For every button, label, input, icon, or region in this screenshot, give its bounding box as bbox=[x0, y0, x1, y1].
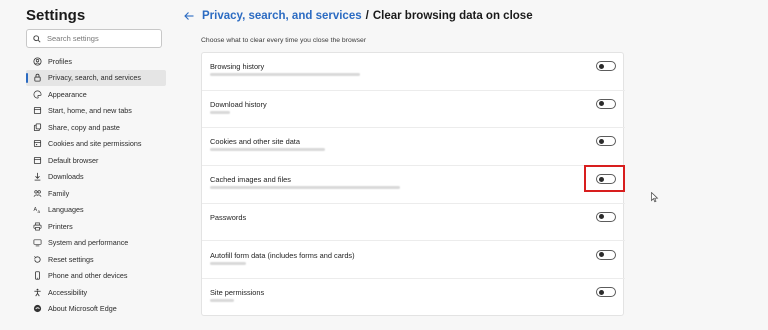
download-icon bbox=[33, 172, 42, 181]
option-label: Cached images and files bbox=[210, 175, 291, 185]
breadcrumb: Privacy, search, and services / Clear br… bbox=[183, 10, 533, 22]
accessibility-icon bbox=[33, 288, 42, 297]
sidebar-item-profiles[interactable]: Profiles bbox=[26, 53, 166, 70]
sidebar-item-default-browser[interactable]: Default browser bbox=[26, 152, 166, 169]
search-icon bbox=[33, 34, 41, 43]
option-description bbox=[210, 148, 325, 152]
option-label: Cookies and other site data bbox=[210, 137, 300, 147]
sidebar-item-printers[interactable]: Printers bbox=[26, 218, 166, 235]
toggle-knob bbox=[599, 101, 604, 107]
phone-icon bbox=[33, 271, 42, 280]
option-row-cookies: Cookies and other site data bbox=[202, 128, 625, 167]
sidebar-item-label: About Microsoft Edge bbox=[48, 304, 117, 314]
printer-icon bbox=[33, 222, 42, 231]
sidebar-item-label: Family bbox=[48, 188, 70, 198]
sidebar-title: Settings bbox=[26, 7, 86, 24]
family-icon bbox=[33, 189, 42, 198]
back-arrow-icon[interactable] bbox=[183, 10, 195, 22]
option-label: Site permissions bbox=[210, 288, 265, 298]
sidebar-item-label: Languages bbox=[48, 205, 84, 215]
browser-icon bbox=[33, 156, 42, 165]
page-subtitle: Choose what to clear every time you clos… bbox=[201, 37, 367, 44]
breadcrumb-parent-link[interactable]: Privacy, search, and services bbox=[202, 10, 362, 22]
sidebar-item-label: Phone and other devices bbox=[48, 271, 128, 281]
appearance-icon bbox=[33, 90, 42, 99]
option-row-site-permissions: Site permissions bbox=[202, 279, 625, 317]
cookie-icon bbox=[33, 139, 42, 148]
system-icon bbox=[33, 238, 42, 247]
passwords-toggle[interactable] bbox=[596, 211, 616, 222]
share-icon bbox=[33, 123, 42, 132]
sidebar-item-label: Downloads bbox=[48, 172, 84, 182]
language-icon: Aa bbox=[33, 205, 42, 214]
highlight-box bbox=[584, 165, 625, 192]
toggle-knob bbox=[599, 289, 604, 295]
option-row-autofill: Autofill form data (includes forms and c… bbox=[202, 242, 625, 280]
sidebar-item-label: System and performance bbox=[48, 238, 129, 248]
sidebar-item-label: Start, home, and new tabs bbox=[48, 106, 132, 116]
sidebar-item-label: Privacy, search, and services bbox=[48, 73, 141, 83]
toggle-knob bbox=[599, 252, 604, 257]
option-description bbox=[210, 186, 400, 190]
sidebar-item-downloads[interactable]: Downloads bbox=[26, 169, 166, 186]
option-label: Browsing history bbox=[210, 62, 265, 71]
sidebar-item-appearance[interactable]: Appearance bbox=[26, 86, 166, 103]
sidebar-item-label: Appearance bbox=[48, 89, 87, 99]
option-label: Passwords bbox=[210, 212, 247, 222]
site-permissions-toggle[interactable] bbox=[596, 287, 616, 298]
sidebar-item-start-home[interactable]: Start, home, and new tabs bbox=[26, 103, 166, 120]
sidebar-item-label: Cookies and site permissions bbox=[48, 139, 142, 149]
sidebar-item-cookies[interactable]: Cookies and site permissions bbox=[26, 136, 166, 153]
sidebar: Settings Profiles Privacy, search, and s… bbox=[0, 0, 175, 330]
sidebar-item-label: Profiles bbox=[48, 56, 72, 66]
home-icon bbox=[33, 106, 42, 115]
option-description bbox=[210, 73, 360, 76]
sidebar-item-languages[interactable]: Aa Languages bbox=[26, 202, 166, 219]
lock-icon bbox=[33, 73, 42, 82]
page-title: Clear browsing data on close bbox=[372, 10, 533, 22]
search-input[interactable] bbox=[47, 34, 157, 43]
svg-text:a: a bbox=[38, 209, 41, 214]
toggle-knob bbox=[599, 63, 604, 69]
sidebar-item-phone[interactable]: Phone and other devices bbox=[26, 268, 166, 285]
sidebar-item-family[interactable]: Family bbox=[26, 185, 166, 202]
sidebar-item-label: Share, copy and paste bbox=[48, 122, 120, 132]
download-history-toggle[interactable] bbox=[596, 98, 616, 109]
option-row-cached-images: Cached images and files bbox=[202, 166, 625, 204]
options-card: Browsing history Download history Cookie… bbox=[201, 52, 625, 317]
sidebar-item-accessibility[interactable]: Accessibility bbox=[26, 284, 166, 301]
reset-icon bbox=[33, 255, 42, 264]
option-description bbox=[210, 261, 246, 265]
toggle-knob bbox=[599, 138, 604, 144]
sidebar-item-privacy[interactable]: Privacy, search, and services bbox=[26, 69, 166, 86]
breadcrumb-separator: / bbox=[365, 10, 369, 22]
option-row-passwords: Passwords bbox=[202, 204, 625, 242]
sidebar-item-reset[interactable]: Reset settings bbox=[26, 251, 166, 268]
profile-icon bbox=[33, 57, 42, 66]
toggle-knob bbox=[599, 214, 604, 220]
option-label: Autofill form data (includes forms and c… bbox=[210, 250, 355, 260]
option-label: Download history bbox=[210, 99, 267, 109]
cookies-toggle[interactable] bbox=[596, 136, 616, 147]
option-row-download-history: Download history bbox=[202, 91, 625, 129]
mouse-cursor-icon bbox=[651, 190, 659, 203]
sidebar-item-label: Accessibility bbox=[48, 287, 88, 297]
sidebar-item-label: Printers bbox=[48, 221, 73, 231]
sidebar-item-about[interactable]: About Microsoft Edge bbox=[26, 301, 166, 318]
search-box[interactable] bbox=[26, 29, 162, 48]
sidebar-item-system[interactable]: System and performance bbox=[26, 235, 166, 252]
sidebar-item-label: Default browser bbox=[48, 155, 99, 165]
option-row-browsing-history: Browsing history bbox=[202, 53, 625, 91]
sidebar-item-share[interactable]: Share, copy and paste bbox=[26, 119, 166, 136]
nav-list: Profiles Privacy, search, and services A… bbox=[26, 53, 166, 317]
option-description bbox=[210, 110, 230, 114]
option-description bbox=[210, 299, 234, 303]
browsing-history-toggle[interactable] bbox=[596, 61, 616, 71]
sidebar-item-label: Reset settings bbox=[48, 254, 94, 264]
autofill-toggle[interactable] bbox=[596, 249, 616, 260]
edge-icon bbox=[33, 304, 42, 313]
